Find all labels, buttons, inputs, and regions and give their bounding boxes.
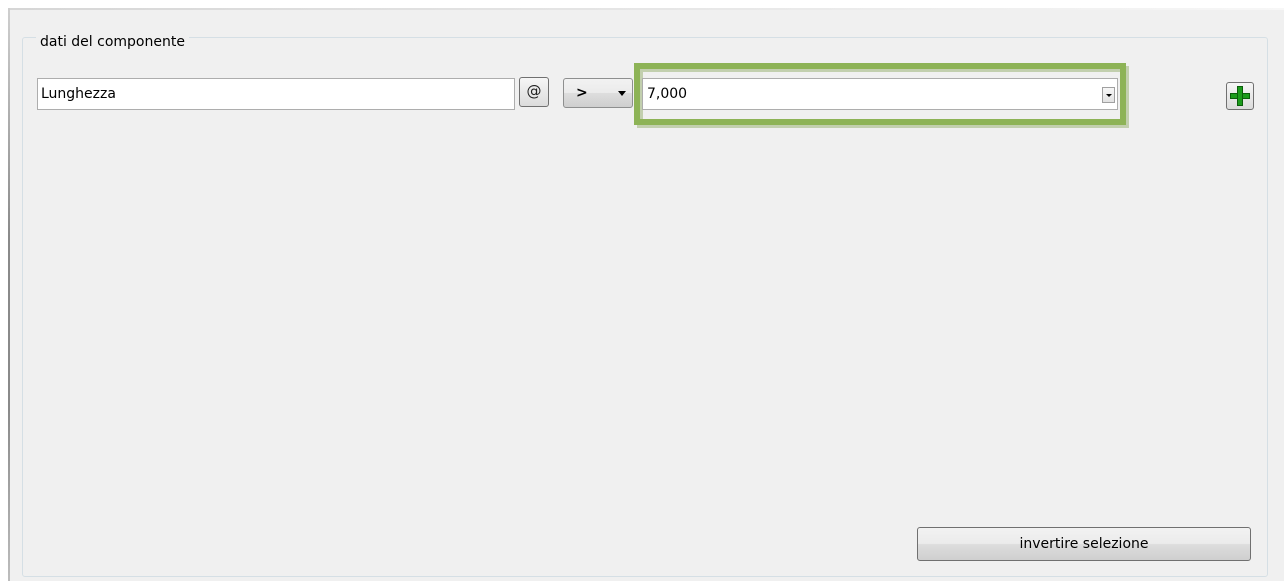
at-icon: @ [526,82,542,100]
value-combobox[interactable]: 7,000 [642,78,1118,110]
operator-value: > [576,85,588,101]
window-top-edge [8,8,1284,10]
combo-dropdown-button[interactable] [1102,87,1115,103]
window-left-edge [8,8,10,581]
value-text: 7,000 [647,86,688,102]
field-name-input[interactable]: Lunghezza [37,78,515,110]
at-button[interactable]: @ [519,77,549,107]
window-frame: dati del componente Lunghezza @ > 7,000 … [0,0,1284,581]
chevron-down-icon [618,91,626,96]
invert-selection-button[interactable]: invertire selezione [917,527,1251,561]
operator-select[interactable]: > [563,78,633,108]
plus-icon [1230,86,1250,106]
add-condition-button[interactable] [1226,82,1254,110]
groupbox-title: dati del componente [36,33,189,51]
